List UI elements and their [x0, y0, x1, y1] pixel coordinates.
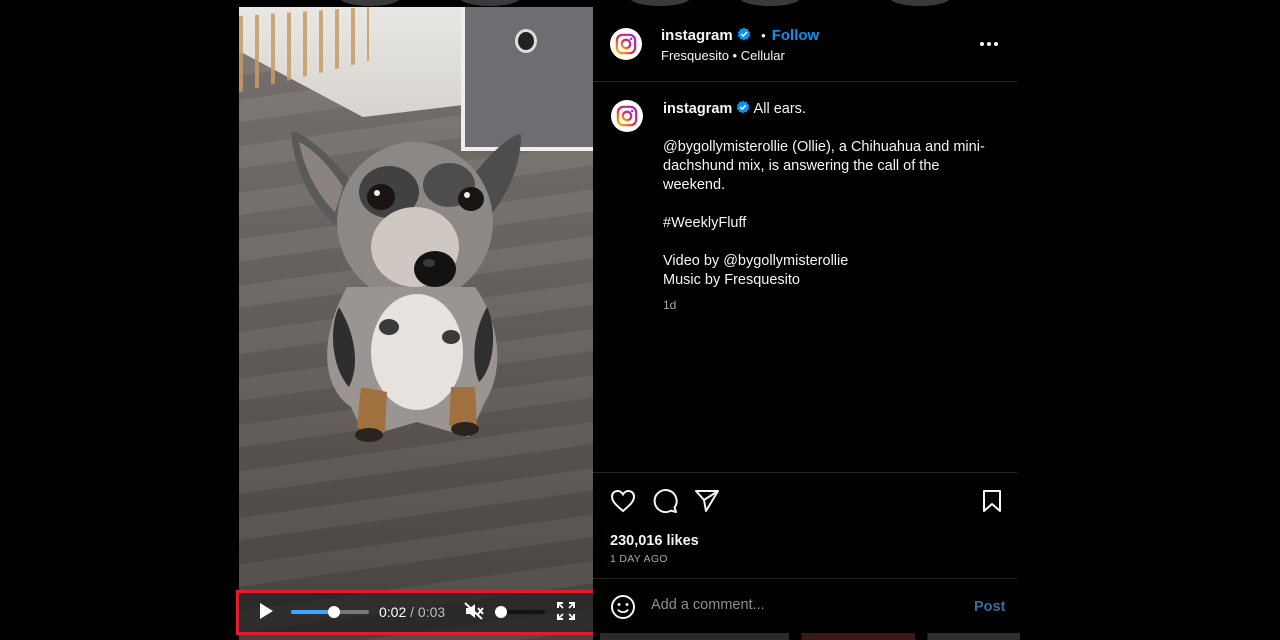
- caption-username[interactable]: instagram: [663, 101, 732, 117]
- post-details-panel: instagram • Follow Fresquesito • Cellular: [593, 7, 1017, 640]
- dog-video-frame: [291, 131, 521, 442]
- caption-age: 1d: [663, 298, 677, 312]
- instagram-logo-icon: [615, 33, 637, 55]
- volume-slider[interactable]: [495, 606, 545, 618]
- bookmark-icon: [983, 490, 1001, 512]
- post-modal: 0:02 / 0:03 instagram • Follow Fresquesi…: [0, 0, 1280, 640]
- comment-button[interactable]: [651, 487, 679, 515]
- emoji-button[interactable]: [609, 593, 637, 621]
- caption-body: @bygollymisterollie (Ollie), a Chihuahua…: [663, 139, 985, 193]
- story-bubble[interactable]: [340, 0, 400, 6]
- follow-button[interactable]: Follow: [772, 27, 820, 44]
- story-bubble[interactable]: [890, 0, 950, 6]
- video-player[interactable]: [239, 7, 593, 640]
- audio-separator: •: [732, 48, 738, 63]
- divider: [593, 578, 1017, 579]
- fullscreen-icon: [557, 602, 575, 620]
- grid-preview-strip: [600, 633, 1020, 640]
- verified-badge-icon: [737, 100, 750, 114]
- current-time: 0:02: [379, 604, 407, 620]
- audio-track: Cellular: [740, 48, 785, 63]
- caption-first-line: instagram All ears.: [663, 100, 993, 119]
- header-title-row: instagram • Follow: [661, 27, 819, 45]
- save-button[interactable]: [978, 487, 1006, 515]
- video-progress-handle[interactable]: [327, 606, 340, 618]
- avatar[interactable]: [610, 28, 642, 60]
- caption-avatar[interactable]: [611, 100, 643, 132]
- time-separator: /: [406, 604, 418, 620]
- post-comment-button[interactable]: Post: [974, 599, 1005, 615]
- header-dot: •: [761, 28, 766, 43]
- caption-lead: All ears.: [753, 101, 806, 117]
- likes-count[interactable]: 230,016 likes: [610, 533, 699, 549]
- post-caption: instagram All ears. @bygollymisterollie …: [663, 100, 993, 315]
- audio-info[interactable]: Fresquesito • Cellular: [661, 48, 785, 63]
- story-bubble[interactable]: [630, 0, 690, 6]
- play-icon: [260, 603, 273, 619]
- mute-button[interactable]: [463, 600, 485, 622]
- comment-icon: [653, 489, 678, 513]
- play-button[interactable]: [255, 600, 277, 622]
- divider: [593, 472, 1017, 473]
- story-bubble[interactable]: [740, 0, 800, 6]
- post-header: instagram • Follow Fresquesito • Cellular: [593, 7, 1017, 82]
- volume-handle[interactable]: [495, 606, 507, 618]
- muted-volume-icon: [464, 602, 484, 620]
- share-button[interactable]: [693, 487, 721, 515]
- video-time: 0:02 / 0:03: [379, 604, 445, 620]
- caption-video-credit: Video by @bygollymisterollie: [663, 253, 849, 269]
- post-age: 1 DAY AGO: [610, 553, 668, 565]
- like-button[interactable]: [609, 487, 637, 515]
- instagram-logo-icon: [616, 105, 638, 127]
- audio-artist: Fresquesito: [661, 48, 729, 63]
- more-options-icon: [980, 42, 984, 46]
- video-controls: 0:02 / 0:03: [239, 592, 593, 632]
- fullscreen-button[interactable]: [555, 600, 577, 622]
- total-time: 0:03: [417, 604, 446, 620]
- post-username[interactable]: instagram: [661, 27, 733, 44]
- verified-badge-icon: [737, 27, 751, 41]
- heart-icon: [610, 489, 636, 513]
- emoji-icon: [611, 595, 635, 619]
- more-options-button[interactable]: [979, 34, 999, 54]
- comment-input[interactable]: [651, 597, 951, 613]
- video-progress-bar[interactable]: [291, 606, 369, 618]
- caption-music-credit: Music by Fresquesito: [663, 272, 800, 288]
- story-bubble[interactable]: [460, 0, 520, 6]
- caption-hashtag[interactable]: #WeeklyFluff: [663, 214, 993, 233]
- share-icon: [695, 490, 719, 512]
